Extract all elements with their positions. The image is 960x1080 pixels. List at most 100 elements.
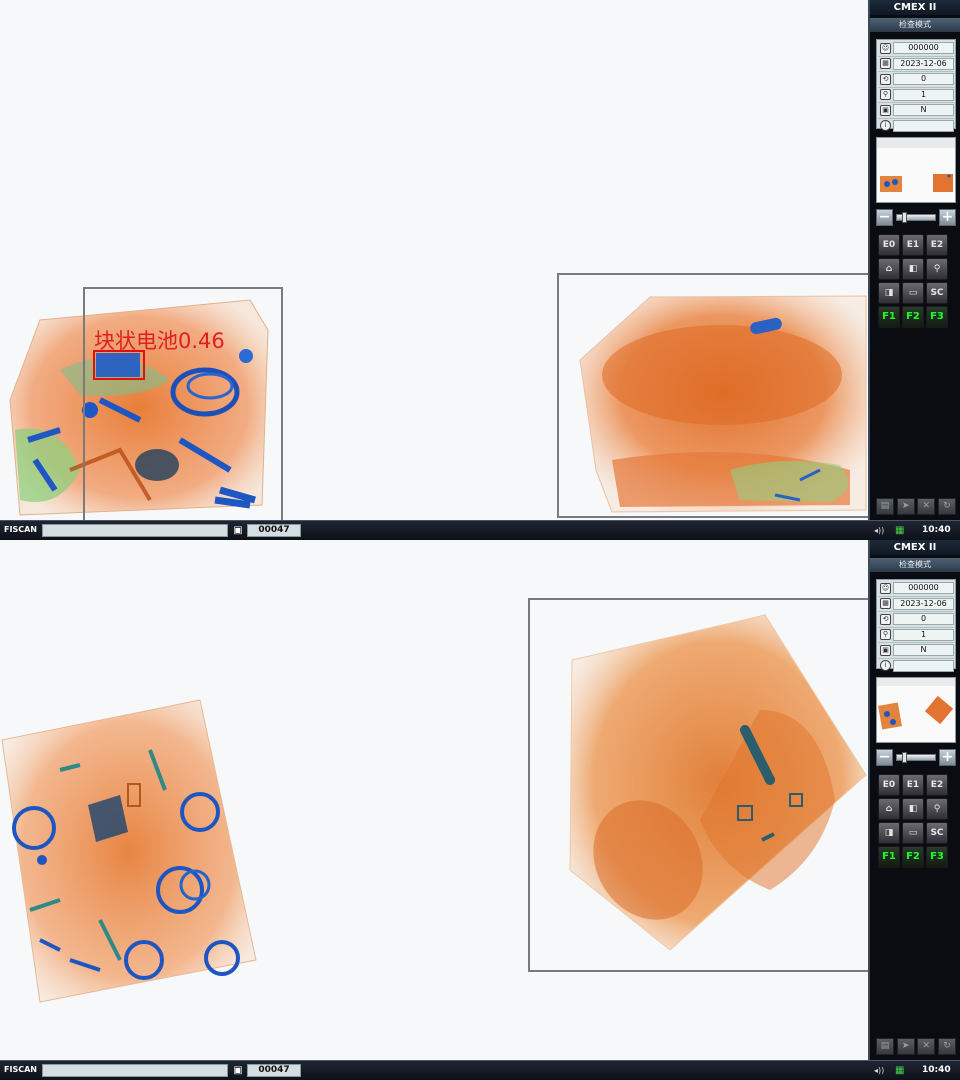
info-value [893,659,954,672]
status-message-field [42,1064,228,1077]
speaker-icon[interactable]: ◂)) [874,1064,884,1077]
image-thumbnail[interactable] [876,677,956,743]
f3-button[interactable]: F3 [926,846,948,868]
xray-image-area[interactable]: 块状电池0.46 [0,0,868,520]
e2-button[interactable]: E2 [926,774,948,796]
home-button[interactable]: ⌂ [878,798,900,820]
tools-icon[interactable]: ✕ [917,498,936,515]
left-baggage-scan [1,699,257,1003]
save-icon[interactable]: ▤ [876,498,894,515]
zoom-slider[interactable] [896,752,936,763]
function-buttons: E0 E1 E2 ⌂ ◧ ⚲ ◨ ▭ SC F1 F2 F3 [878,774,954,872]
selection-box-right [557,273,868,518]
counter-value: 0 [893,613,954,626]
e1-button[interactable]: E1 [902,774,924,796]
detection-box[interactable] [93,350,145,380]
network-icon[interactable]: ▦ [895,524,911,537]
zoom-value: 1 [893,88,954,101]
info-value [893,119,954,132]
send-icon[interactable]: ➤ [896,498,915,515]
calendar-icon: ▦ [880,58,891,70]
e2-button[interactable]: E2 [926,234,948,256]
scan-view-top: 块状电池0.46 CMEX II 检查模式 ☺ 000000 ▦ 2023-12-0… [0,0,960,540]
info-row-zoom: ⚲ 1 [878,628,954,643]
info-row-date: ▦ 2023-12-06 [878,597,954,612]
info-row-operator: ☺ 000000 [878,41,954,57]
e0-button[interactable]: E0 [878,234,900,256]
zoom-out-button[interactable]: − [876,209,893,226]
zoom-out-button[interactable]: − [876,749,893,766]
clock: 10:40 [922,1065,951,1075]
contrast-button[interactable]: ◧ [902,258,924,280]
scan-info-panel: ☺ 000000 ▦ 2023-12-06 ⟲ 0 ⚲ 1 ▣ N i [876,39,956,132]
sc-button[interactable]: SC [926,822,948,844]
scan-info-panel: ☺ 000000 ▦ 2023-12-06 ⟲ 0 ⚲ 1 ▣ N i [876,579,956,672]
f3-button[interactable]: F3 [926,306,948,328]
info-icon: i [880,120,891,132]
function-buttons: E0 E1 E2 ⌂ ◧ ⚲ ◨ ▭ SC F1 F2 F3 [878,234,954,332]
send-icon[interactable]: ➤ [896,1038,915,1055]
selection-box-right [528,598,868,972]
control-sidebar: CMEX II 检查模式 ☺ 000000 ▦ 2023-12-06 ⟲ 0 ⚲ 1 ▣… [868,0,960,520]
invert-button[interactable]: ◨ [878,822,900,844]
info-row-counter: ⟲ 0 [878,612,954,628]
info-row-counter: ⟲ 0 [878,72,954,88]
f1-button[interactable]: F1 [878,846,900,868]
zoom-control: − + [876,749,956,766]
sidebar-bottom-toolbar: ▤ ➤ ✕ ↻ [876,498,956,516]
zoom-slider-thumb[interactable] [902,752,907,763]
image-thumbnail[interactable] [876,137,956,203]
f1-button[interactable]: F1 [878,306,900,328]
mode-indicator: 检查模式 [870,558,960,572]
film-icon: ▭ [908,288,918,298]
home-icon: ⌂ [885,804,893,814]
flag-value: N [893,104,954,117]
zoom-button[interactable]: ⚲ [926,798,948,820]
xray-image-area[interactable] [0,540,868,1060]
bag-count: 00047 [247,524,301,537]
user-badge-icon: ▣ [880,104,891,116]
control-sidebar: CMEX II 检查模式 ☺ 000000 ▦ 2023-12-06 ⟲ 0 ⚲ 1 ▣… [868,540,960,1060]
film-button[interactable]: ▭ [902,822,924,844]
info-row-operator: ☺ 000000 [878,581,954,597]
status-bar: FISCAN ▣ 00047 ◂)) ▦ 10:40 [0,1060,960,1080]
zoom-button[interactable]: ⚲ [926,258,948,280]
scan-view-bottom: CMEX II 检查模式 ☺ 000000 ▦ 2023-12-06 ⟲ 0 ⚲ 1 ▣… [0,540,960,1080]
invert-button[interactable]: ◨ [878,282,900,304]
thumbnail-image [877,138,955,192]
zoom-control: − + [876,209,956,226]
refresh-icon[interactable]: ↻ [937,1038,956,1055]
tools-icon[interactable]: ✕ [917,1038,936,1055]
sc-button[interactable]: SC [926,282,948,304]
info-row-user: ▣ N [878,643,954,659]
f2-button[interactable]: F2 [902,306,924,328]
invert-icon: ◨ [884,288,894,298]
contrast-button[interactable]: ◧ [902,798,924,820]
home-button[interactable]: ⌂ [878,258,900,280]
baggage-icon: ▣ [233,1065,243,1076]
zoom-in-button[interactable]: + [939,749,956,766]
film-button[interactable]: ▭ [902,282,924,304]
status-bar: FISCAN ▣ 00047 ◂)) ▦ 10:40 [0,520,960,540]
app-title: CMEX II [870,540,960,555]
f2-button[interactable]: F2 [902,846,924,868]
zoom-slider-thumb[interactable] [902,212,907,223]
e0-button[interactable]: E0 [878,774,900,796]
network-icon[interactable]: ▦ [895,1064,911,1077]
date-value: 2023-12-06 [893,597,954,610]
home-icon: ⌂ [885,264,893,274]
date-value: 2023-12-06 [893,57,954,70]
counter-value: 0 [893,73,954,86]
save-icon[interactable]: ▤ [876,1038,894,1055]
zoom-slider[interactable] [896,212,936,223]
zoom-icon: ⚲ [933,804,941,814]
zoom-in-button[interactable]: + [939,209,956,226]
info-row-user: ▣ N [878,103,954,119]
info-row-date: ▦ 2023-12-06 [878,57,954,72]
refresh-icon[interactable]: ↻ [937,498,956,515]
speaker-icon[interactable]: ◂)) [874,524,884,537]
operator-icon: ☺ [880,582,891,594]
e1-button[interactable]: E1 [902,234,924,256]
invert-icon: ◨ [884,828,894,838]
mode-indicator: 检查模式 [870,18,960,32]
